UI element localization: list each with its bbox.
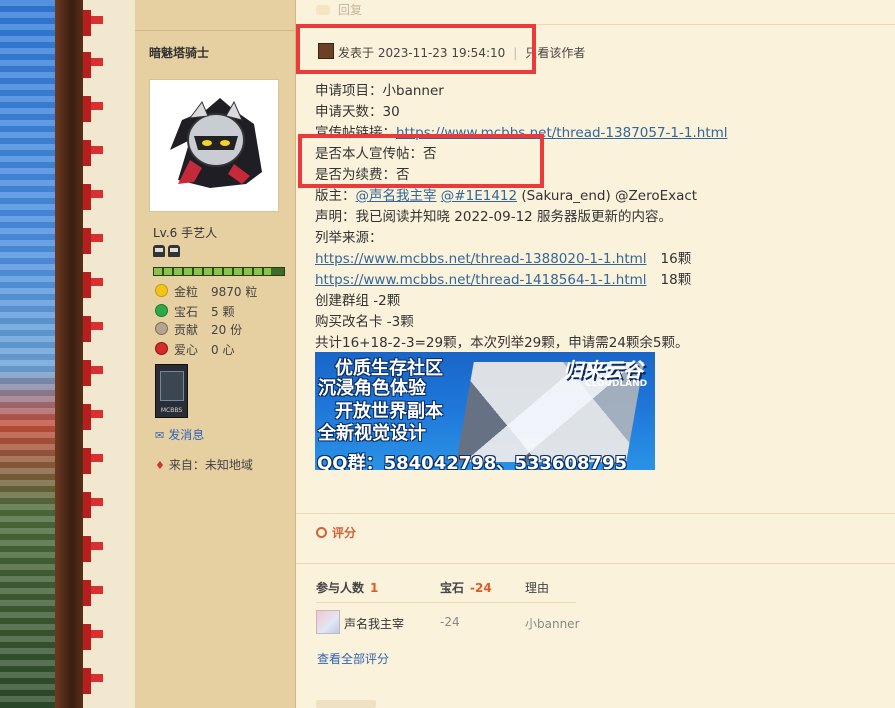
divider	[135, 30, 295, 31]
reply-button[interactable]: 回复	[316, 1, 362, 18]
rating-col-reason: 理由	[525, 581, 550, 595]
rating-ring-icon	[316, 527, 327, 538]
divider	[316, 602, 576, 603]
rating-title: 评分	[316, 524, 356, 541]
user-level: Lv.6 手艺人	[153, 226, 218, 240]
rating-reason: 小banner	[525, 617, 580, 631]
banner-logo-subtitle: CLOUDLAND	[585, 379, 648, 389]
server-banner-image[interactable]: 优质生存社区 沉浸角色体验 开放世界副本 全新视觉设计 QQ群：58404279…	[315, 352, 655, 470]
gem-icon	[155, 304, 168, 317]
banner-text: 全新视觉设计	[318, 423, 426, 444]
medal-row	[153, 245, 183, 261]
mention-link[interactable]: @声名我主宰	[356, 188, 437, 204]
divider	[296, 513, 895, 514]
rename-card: 购买改名卡 -3颗	[315, 314, 414, 330]
post-main: 回复 发表于 2023-11-23 19:54:10 | 只看该作者 申请项目：小b…	[296, 0, 895, 708]
source-link[interactable]: https://www.mcbbs.net/thread-1418564-1-1…	[315, 272, 647, 288]
rating-col-participants: 参与人数 1	[316, 581, 379, 595]
apply-item: 申请项目：小banner	[315, 83, 444, 99]
decorative-border	[83, 0, 103, 708]
author-name[interactable]: 暗魅塔骑士	[149, 44, 209, 61]
rating-col-gems: 宝石 -24	[440, 581, 492, 595]
location: ♦ 来自：未知地域	[155, 458, 253, 472]
mention-link[interactable]: @#1E1412	[441, 188, 517, 204]
masked-knight-avatar-icon	[170, 98, 262, 188]
moderators-line: 版主：@声名我主宰 @#1E1412 (Sakura_end) @ZeroExa…	[315, 188, 698, 204]
highlight-box-post-time	[296, 24, 536, 74]
level-progress-fill	[154, 268, 271, 275]
source-line: https://www.mcbbs.net/thread-1388020-1-1…	[315, 251, 692, 267]
decorative-frame	[55, 0, 83, 708]
rating-user[interactable]: 声名我主宰	[316, 610, 404, 634]
post-content: 申请项目：小banner 申请天数：30 宣传帖链接：https://www.m…	[315, 81, 728, 354]
author-sidebar: 暗魅塔骑士 Lv.6 手艺人 金粒 9870 粒 宝石 5 颗 贡献 20 份 爱心 0…	[135, 0, 296, 708]
level-progress-bar	[153, 267, 285, 276]
page-margin	[103, 0, 135, 708]
contribution-icon	[155, 322, 168, 335]
stat-gold: 金粒 9870 粒	[155, 283, 257, 300]
envelope-icon: ✉	[155, 429, 165, 442]
banner-qq-text: QQ群：584042798、533608795	[317, 453, 628, 470]
view-all-ratings-link[interactable]: 查看全部评分	[317, 650, 389, 667]
rating-gems: -24	[440, 615, 460, 629]
reply-icon	[316, 5, 330, 15]
send-message-link[interactable]: ✉ 发消息	[155, 426, 204, 443]
source-link[interactable]: https://www.mcbbs.net/thread-1388020-1-1…	[315, 251, 647, 267]
mcbbs-badge-icon[interactable]: MCBBS	[155, 364, 188, 418]
avatar[interactable]	[149, 79, 279, 212]
location-pin-icon: ♦	[155, 459, 165, 472]
declaration: 声明：我已阅读并知晓 2022-09-12 服务器版更新的内容。	[315, 209, 673, 225]
rater-avatar	[316, 610, 340, 634]
highlight-box-answers	[298, 134, 544, 188]
apple-heart-icon	[155, 342, 168, 355]
badge-emblem	[160, 371, 184, 401]
stat-contribution: 贡献 20 份	[155, 321, 242, 338]
create-group: 创建群组 -2颗	[315, 293, 401, 309]
total-summary: 共计16+18-2-3=29颗，本次列举29颗，申请需24颗余5颗。	[315, 335, 689, 351]
faint-link-placeholder	[316, 700, 376, 708]
apply-days: 申请天数：30	[315, 104, 400, 120]
background-scenery	[0, 0, 55, 708]
source-label: 列举来源：	[315, 230, 383, 246]
divider	[296, 563, 895, 564]
stat-gem: 宝石 5 颗	[155, 303, 234, 320]
stat-love: 爱心 0 心	[155, 341, 234, 358]
medal-icon[interactable]	[153, 245, 165, 257]
medal-icon[interactable]	[168, 245, 180, 257]
source-line: https://www.mcbbs.net/thread-1418564-1-1…	[315, 272, 692, 288]
gold-nugget-icon	[155, 284, 168, 297]
